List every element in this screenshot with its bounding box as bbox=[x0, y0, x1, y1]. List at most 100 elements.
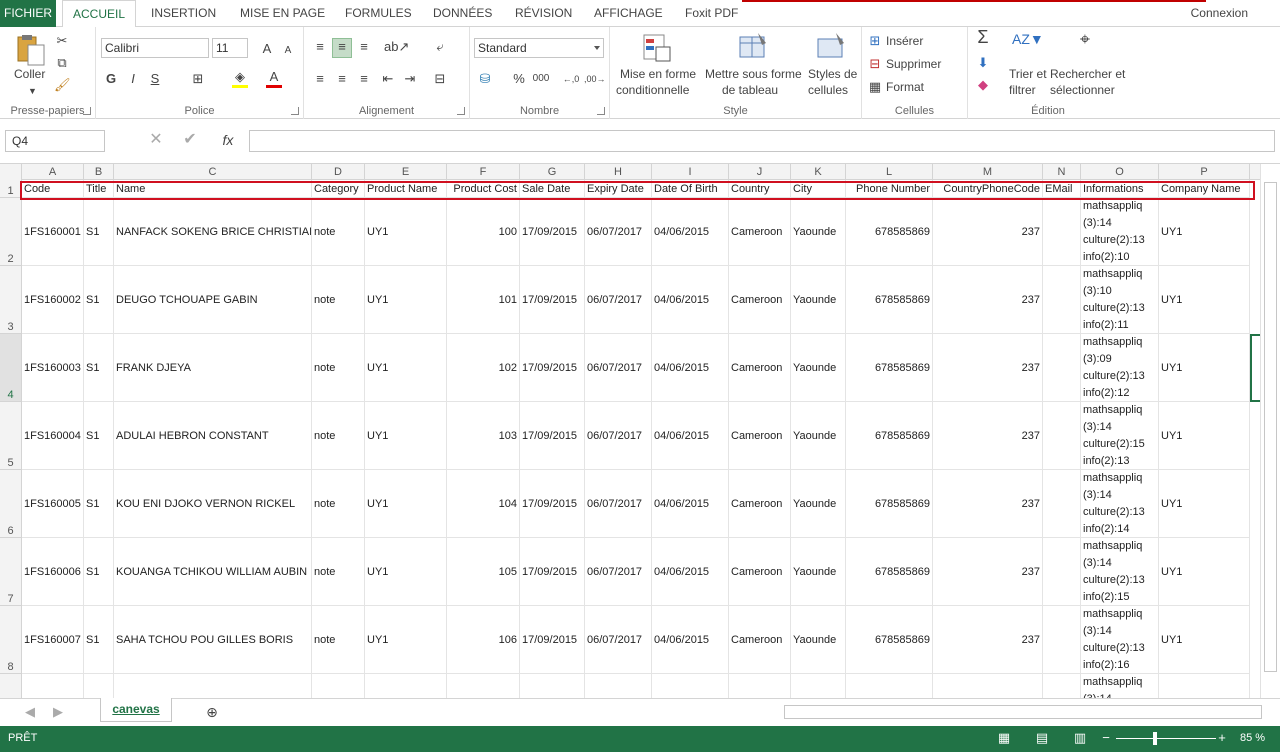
cell[interactable]: 237 bbox=[933, 470, 1043, 538]
insert-function-icon[interactable]: fx bbox=[218, 132, 238, 148]
column-header[interactable]: M bbox=[933, 164, 1043, 180]
tab-donnees[interactable]: DONNÉES bbox=[423, 0, 502, 27]
column-header[interactable]: E bbox=[365, 164, 447, 180]
cell-styles-icon[interactable] bbox=[814, 31, 848, 65]
cell[interactable] bbox=[791, 674, 846, 698]
cell[interactable]: Expiry Date bbox=[585, 180, 652, 198]
align-bottom-icon[interactable]: ≡ bbox=[356, 39, 372, 55]
chevron-down-icon[interactable]: ▼ bbox=[28, 83, 37, 99]
cell[interactable]: UY1 bbox=[1159, 198, 1250, 266]
cell[interactable]: mathsappliq (3):14 culture(2):13 info(2)… bbox=[1081, 470, 1159, 538]
conditional-formatting-icon[interactable] bbox=[640, 31, 674, 65]
cell[interactable]: 17/09/2015 bbox=[520, 606, 585, 674]
cell-styles-label1[interactable]: Styles de bbox=[808, 67, 857, 81]
row-header[interactable]: 7 bbox=[0, 538, 22, 606]
cell[interactable] bbox=[846, 674, 933, 698]
tab-affichage[interactable]: AFFICHAGE bbox=[584, 0, 673, 27]
cell[interactable]: 237 bbox=[933, 198, 1043, 266]
cell[interactable] bbox=[520, 674, 585, 698]
column-header[interactable]: C bbox=[114, 164, 312, 180]
fill-color-icon[interactable]: ◈ bbox=[232, 69, 248, 88]
cell[interactable] bbox=[22, 674, 84, 698]
page-break-icon[interactable]: ▥ bbox=[1072, 730, 1088, 746]
cell[interactable]: Cameroon bbox=[729, 198, 791, 266]
formula-input[interactable] bbox=[249, 130, 1275, 152]
underline-button[interactable]: S bbox=[148, 71, 162, 87]
cell[interactable]: 06/07/2017 bbox=[585, 470, 652, 538]
cell[interactable]: 1FS160006 bbox=[22, 538, 84, 606]
cell[interactable]: note bbox=[312, 470, 365, 538]
cell[interactable]: S1 bbox=[84, 266, 114, 334]
align-right-icon[interactable]: ≡ bbox=[356, 71, 372, 87]
cell[interactable]: 04/06/2015 bbox=[652, 470, 729, 538]
sort-filter-label1[interactable]: Trier et bbox=[1009, 67, 1047, 81]
cell[interactable] bbox=[1043, 402, 1081, 470]
align-left-icon[interactable]: ≡ bbox=[312, 71, 328, 87]
number-format-select[interactable]: Standard bbox=[474, 38, 604, 58]
column-header[interactable]: P bbox=[1159, 164, 1250, 180]
cell[interactable]: mathsappliq (3):14 culture(2):15 info(2)… bbox=[1081, 402, 1159, 470]
cell[interactable]: 1FS160005 bbox=[22, 470, 84, 538]
increase-indent-icon[interactable]: ⇥ bbox=[402, 71, 418, 87]
cell[interactable]: 1FS160004 bbox=[22, 402, 84, 470]
cell[interactable]: 101 bbox=[447, 266, 520, 334]
cut-icon[interactable]: ✂ bbox=[54, 33, 70, 49]
cell[interactable]: 106 bbox=[447, 606, 520, 674]
row-header[interactable]: 6 bbox=[0, 470, 22, 538]
shrink-font-icon[interactable]: A bbox=[281, 43, 295, 59]
find-select-label1[interactable]: Rechercher et bbox=[1050, 67, 1125, 81]
tab-fichier[interactable]: FICHIER bbox=[0, 0, 56, 27]
column-header[interactable]: J bbox=[729, 164, 791, 180]
cell[interactable]: Product Cost bbox=[447, 180, 520, 198]
cell[interactable]: 237 bbox=[933, 402, 1043, 470]
cell[interactable]: Yaounde bbox=[791, 470, 846, 538]
vertical-scrollbar[interactable] bbox=[1260, 164, 1280, 698]
cell[interactable]: UY1 bbox=[1159, 606, 1250, 674]
cell[interactable] bbox=[1043, 470, 1081, 538]
cell[interactable]: Cameroon bbox=[729, 402, 791, 470]
cell[interactable] bbox=[365, 674, 447, 698]
cell[interactable]: Company Name bbox=[1159, 180, 1250, 198]
cell[interactable]: 1FS160001 bbox=[22, 198, 84, 266]
cell[interactable]: 17/09/2015 bbox=[520, 402, 585, 470]
cell[interactable]: mathsappliq (3):14 culture(2):13 info(2)… bbox=[1081, 606, 1159, 674]
cell[interactable]: Sale Date bbox=[520, 180, 585, 198]
row-header[interactable]: 1 bbox=[0, 180, 22, 198]
cell[interactable]: Cameroon bbox=[729, 538, 791, 606]
font-size-select[interactable]: 11 bbox=[212, 38, 248, 58]
insert-cells-icon[interactable]: ⊞ bbox=[868, 33, 882, 49]
font-color-icon[interactable]: A bbox=[266, 69, 282, 88]
add-sheet-icon[interactable]: ⊕ bbox=[204, 704, 220, 720]
cell[interactable]: NANFACK SOKENG BRICE CHRISTIAN bbox=[114, 198, 312, 266]
cell[interactable]: S1 bbox=[84, 198, 114, 266]
format-as-table-label2[interactable]: de tableau bbox=[722, 83, 778, 97]
cell[interactable] bbox=[933, 674, 1043, 698]
format-as-table-icon[interactable] bbox=[736, 31, 770, 65]
cell[interactable]: Cameroon bbox=[729, 334, 791, 402]
cell[interactable]: 100 bbox=[447, 198, 520, 266]
italic-button[interactable]: I bbox=[126, 71, 140, 87]
cell[interactable]: 04/06/2015 bbox=[652, 402, 729, 470]
column-header[interactable]: L bbox=[846, 164, 933, 180]
cell[interactable]: Yaounde bbox=[791, 402, 846, 470]
cell[interactable]: note bbox=[312, 402, 365, 470]
cell[interactable]: 06/07/2017 bbox=[585, 266, 652, 334]
cell[interactable]: 104 bbox=[447, 470, 520, 538]
column-header[interactable]: I bbox=[652, 164, 729, 180]
cell[interactable]: note bbox=[312, 606, 365, 674]
column-header[interactable]: O bbox=[1081, 164, 1159, 180]
find-select-label2[interactable]: sélectionner bbox=[1050, 83, 1115, 97]
sheet-tab-canevas[interactable]: canevas bbox=[100, 698, 172, 722]
select-all-corner[interactable] bbox=[0, 164, 22, 180]
row-header[interactable]: 2 bbox=[0, 198, 22, 266]
cell[interactable]: Country bbox=[729, 180, 791, 198]
column-header[interactable]: K bbox=[791, 164, 846, 180]
cell[interactable]: note bbox=[312, 538, 365, 606]
cell[interactable]: 06/07/2017 bbox=[585, 538, 652, 606]
row-header[interactable]: 4 bbox=[0, 334, 22, 402]
dialog-launcher-icon[interactable] bbox=[83, 107, 91, 115]
percent-icon[interactable]: % bbox=[512, 71, 526, 87]
paste-button[interactable]: Coller bbox=[14, 67, 45, 81]
delete-cells-icon[interactable]: ⊟ bbox=[868, 56, 882, 72]
cell[interactable] bbox=[1159, 674, 1250, 698]
